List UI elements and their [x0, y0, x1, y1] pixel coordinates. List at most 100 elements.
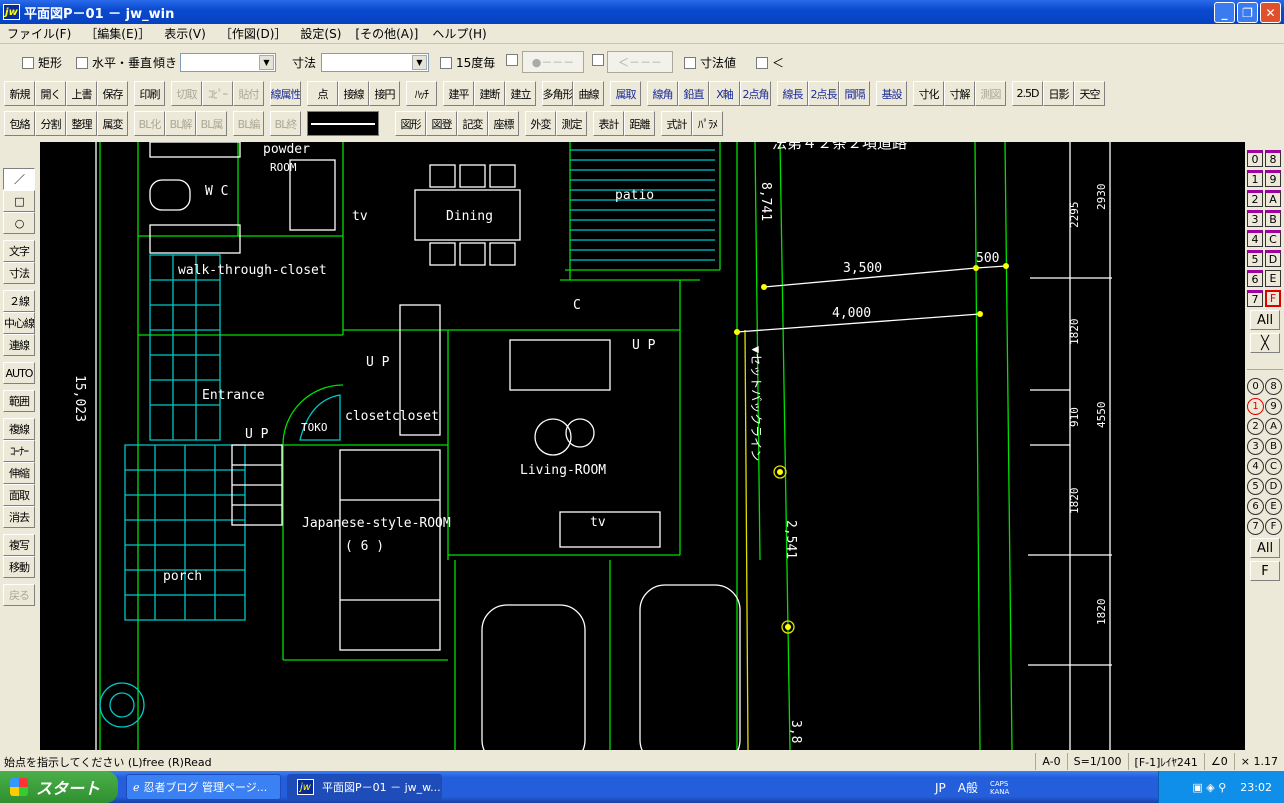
left-tool-button[interactable]: 移動: [3, 556, 35, 578]
left-tool-button[interactable]: □: [3, 190, 35, 212]
dim-combo[interactable]: ▼: [321, 53, 429, 72]
tool-button[interactable]: 属変: [97, 111, 128, 136]
tool-button[interactable]: 多角形: [542, 81, 573, 106]
tool-button[interactable]: 線角: [647, 81, 678, 106]
close-button[interactable]: ✕: [1260, 2, 1281, 23]
menu-help[interactable]: ヘルプ(H): [425, 25, 493, 42]
tool-button[interactable]: 新規: [4, 81, 35, 106]
layer-button[interactable]: 8: [1265, 378, 1282, 395]
point-checkbox[interactable]: [506, 54, 518, 66]
ime-language[interactable]: JP: [935, 781, 946, 795]
menu-settings[interactable]: 設定(S): [293, 25, 348, 42]
tool-button[interactable]: 座標: [488, 111, 519, 136]
chevron-down-icon[interactable]: ▼: [259, 55, 274, 70]
layer-group-close-button[interactable]: ╳: [1250, 333, 1280, 353]
layer-group-button[interactable]: 7: [1247, 290, 1263, 307]
layer-button[interactable]: 3: [1247, 438, 1264, 455]
tool-button[interactable]: 線長: [777, 81, 808, 106]
tool-button[interactable]: 建立: [505, 81, 536, 106]
tool-button[interactable]: ﾊﾟﾗﾒ: [692, 111, 723, 136]
layer-button[interactable]: 6: [1247, 498, 1264, 515]
menu-view[interactable]: 表示(V): [157, 25, 213, 42]
layer-button[interactable]: 1: [1247, 398, 1264, 415]
arrow-checkbox[interactable]: [592, 54, 604, 66]
status-layer-group[interactable]: A-0: [1035, 753, 1066, 770]
menu-other[interactable]: [その他(A)]: [348, 25, 425, 42]
layer-group-button[interactable]: D: [1265, 250, 1281, 267]
tool-button[interactable]: BL編: [233, 111, 264, 136]
tool-button[interactable]: 測図: [975, 81, 1006, 106]
tool-button[interactable]: 図登: [426, 111, 457, 136]
layer-all-button[interactable]: All: [1250, 538, 1280, 558]
tool-button[interactable]: 属取: [610, 81, 641, 106]
left-tool-button[interactable]: 中心線: [3, 312, 35, 334]
minimize-button[interactable]: _: [1214, 2, 1235, 23]
tool-button[interactable]: 開く: [35, 81, 66, 106]
tool-button[interactable]: 接線: [338, 81, 369, 106]
layer-button[interactable]: 0: [1247, 378, 1264, 395]
layer-group-button[interactable]: 9: [1265, 170, 1281, 187]
layer-group-button[interactable]: 5: [1247, 250, 1263, 267]
tool-button[interactable]: ﾊｯﾁ: [406, 81, 437, 106]
tool-button[interactable]: BL属: [196, 111, 227, 136]
point-line-button[interactable]: ●－－－: [522, 51, 584, 73]
tool-button[interactable]: BL解: [165, 111, 196, 136]
layer-group-button[interactable]: 6: [1247, 270, 1263, 287]
layer-button[interactable]: D: [1265, 478, 1282, 495]
layer-button[interactable]: E: [1265, 498, 1282, 515]
ime-mode[interactable]: A般: [958, 779, 978, 796]
layer-button[interactable]: F: [1265, 518, 1282, 535]
lt-checkbox[interactable]: ＜: [756, 54, 784, 71]
tool-button[interactable]: X軸: [709, 81, 740, 106]
rect-checkbox[interactable]: 矩形: [22, 54, 62, 71]
tool-button[interactable]: 基設: [876, 81, 907, 106]
left-tool-button[interactable]: 複線: [3, 418, 35, 440]
floor-plan-drawing[interactable]: powder ROOM W C tv Dining patio walk-thr…: [40, 142, 1245, 750]
layer-group-button[interactable]: 3: [1247, 210, 1263, 227]
left-tool-button[interactable]: ｺｰﾅｰ: [3, 440, 35, 462]
layer-group-button[interactable]: 4: [1247, 230, 1263, 247]
left-tool-button[interactable]: AUTO: [3, 362, 35, 384]
tool-button[interactable]: 図形: [395, 111, 426, 136]
layer-group-button[interactable]: A: [1265, 190, 1281, 207]
layer-group-button[interactable]: F: [1265, 290, 1281, 307]
left-tool-button[interactable]: 寸法: [3, 262, 35, 284]
tool-button[interactable]: 式計: [661, 111, 692, 136]
menu-edit[interactable]: ［編集(E)］: [78, 25, 157, 42]
layer-group-button[interactable]: 2: [1247, 190, 1263, 207]
left-tool-button[interactable]: 面取: [3, 484, 35, 506]
left-tool-button[interactable]: 伸縮: [3, 462, 35, 484]
left-tool-button[interactable]: 消去: [3, 506, 35, 528]
layer-group-button[interactable]: 0: [1247, 150, 1263, 167]
tool-button[interactable]: 寸解: [944, 81, 975, 106]
layer-group-button[interactable]: 8: [1265, 150, 1281, 167]
tool-button[interactable]: 2点角: [740, 81, 771, 106]
tray-icons[interactable]: ▣ ◈ ⚲: [1192, 781, 1226, 794]
left-tool-button[interactable]: 連線: [3, 334, 35, 356]
tool-button[interactable]: 包絡: [4, 111, 35, 136]
tool-button[interactable]: 外変: [525, 111, 556, 136]
tool-button[interactable]: BL化: [134, 111, 165, 136]
tool-button[interactable]: 接円: [369, 81, 400, 106]
drawing-canvas[interactable]: powder ROOM W C tv Dining patio walk-thr…: [40, 142, 1245, 750]
menu-file[interactable]: ファイル(F): [0, 25, 78, 42]
tool-button[interactable]: 貼付: [233, 81, 264, 106]
tool-button[interactable]: 2点長: [808, 81, 839, 106]
tool-button[interactable]: 切取: [171, 81, 202, 106]
tool-button[interactable]: 保存: [97, 81, 128, 106]
tool-button[interactable]: 鉛直: [678, 81, 709, 106]
tool-button[interactable]: 建断: [474, 81, 505, 106]
left-tool-button[interactable]: 範囲: [3, 390, 35, 412]
left-tool-button[interactable]: 複写: [3, 534, 35, 556]
left-tool-button[interactable]: ２線: [3, 290, 35, 312]
tool-button[interactable]: 日影: [1043, 81, 1074, 106]
tool-button[interactable]: ｺﾋﾟｰ: [202, 81, 233, 106]
chevron-down-icon[interactable]: ▼: [412, 55, 427, 70]
dim-value-checkbox[interactable]: 寸法値: [684, 54, 736, 71]
tool-button[interactable]: 印刷: [134, 81, 165, 106]
task-jwcad[interactable]: jw 平面図P－01 － jw_w...: [287, 774, 442, 800]
start-button[interactable]: スタート: [0, 771, 118, 803]
layer-button[interactable]: 5: [1247, 478, 1264, 495]
layer-button[interactable]: B: [1265, 438, 1282, 455]
tool-button[interactable]: 曲線: [573, 81, 604, 106]
